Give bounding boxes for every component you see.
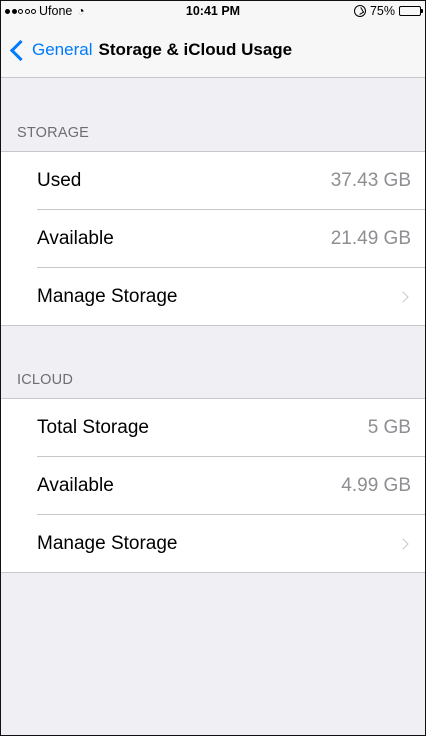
chevron-right-icon <box>397 290 409 303</box>
navigation-bar: General Storage & iCloud Usage <box>1 23 425 78</box>
icloud-group: Total Storage 5 GB Available 4.99 GB Man… <box>1 398 425 573</box>
row-icloud-available: Available 4.99 GB <box>37 456 425 514</box>
row-available: Available 21.49 GB <box>37 209 425 267</box>
phone-screen: Ufone ◔ 10:41 PM 75% General Storage & i… <box>0 0 426 736</box>
battery-percent: 75% <box>369 4 395 18</box>
row-value: 21.49 GB <box>330 227 411 249</box>
section-header-icloud: ICLOUD <box>17 372 73 388</box>
back-button[interactable]: General <box>1 39 93 61</box>
status-bar: Ufone ◔ 10:41 PM 75% <box>1 1 425 23</box>
row-label: Available <box>37 474 114 496</box>
storage-group: Used 37.43 GB Available 21.49 GB Manage … <box>1 151 425 326</box>
row-value: 4.99 GB <box>341 474 411 496</box>
back-button-label: General <box>32 40 93 59</box>
row-value: 5 GB <box>367 416 411 438</box>
page-title: Storage & iCloud Usage <box>98 40 293 59</box>
rotation-lock-icon <box>353 5 366 17</box>
row-label: Manage Storage <box>37 285 178 307</box>
row-used: Used 37.43 GB <box>37 152 425 209</box>
row-label: Manage Storage <box>37 532 178 554</box>
row-label: Used <box>37 169 82 191</box>
status-right: 75% <box>353 4 423 18</box>
battery-icon <box>399 6 423 16</box>
manage-storage-button[interactable]: Manage Storage <box>37 267 425 325</box>
icloud-manage-storage-button[interactable]: Manage Storage <box>37 514 425 572</box>
section-header-storage: STORAGE <box>17 125 90 141</box>
chevron-right-icon <box>397 537 409 550</box>
row-label: Available <box>37 227 114 249</box>
top-bar: Ufone ◔ 10:41 PM 75% General Storage & i… <box>1 1 425 78</box>
chevron-left-icon <box>9 39 32 61</box>
row-total-storage: Total Storage 5 GB <box>37 399 425 456</box>
row-label: Total Storage <box>37 416 149 438</box>
row-value: 37.43 GB <box>330 169 411 191</box>
